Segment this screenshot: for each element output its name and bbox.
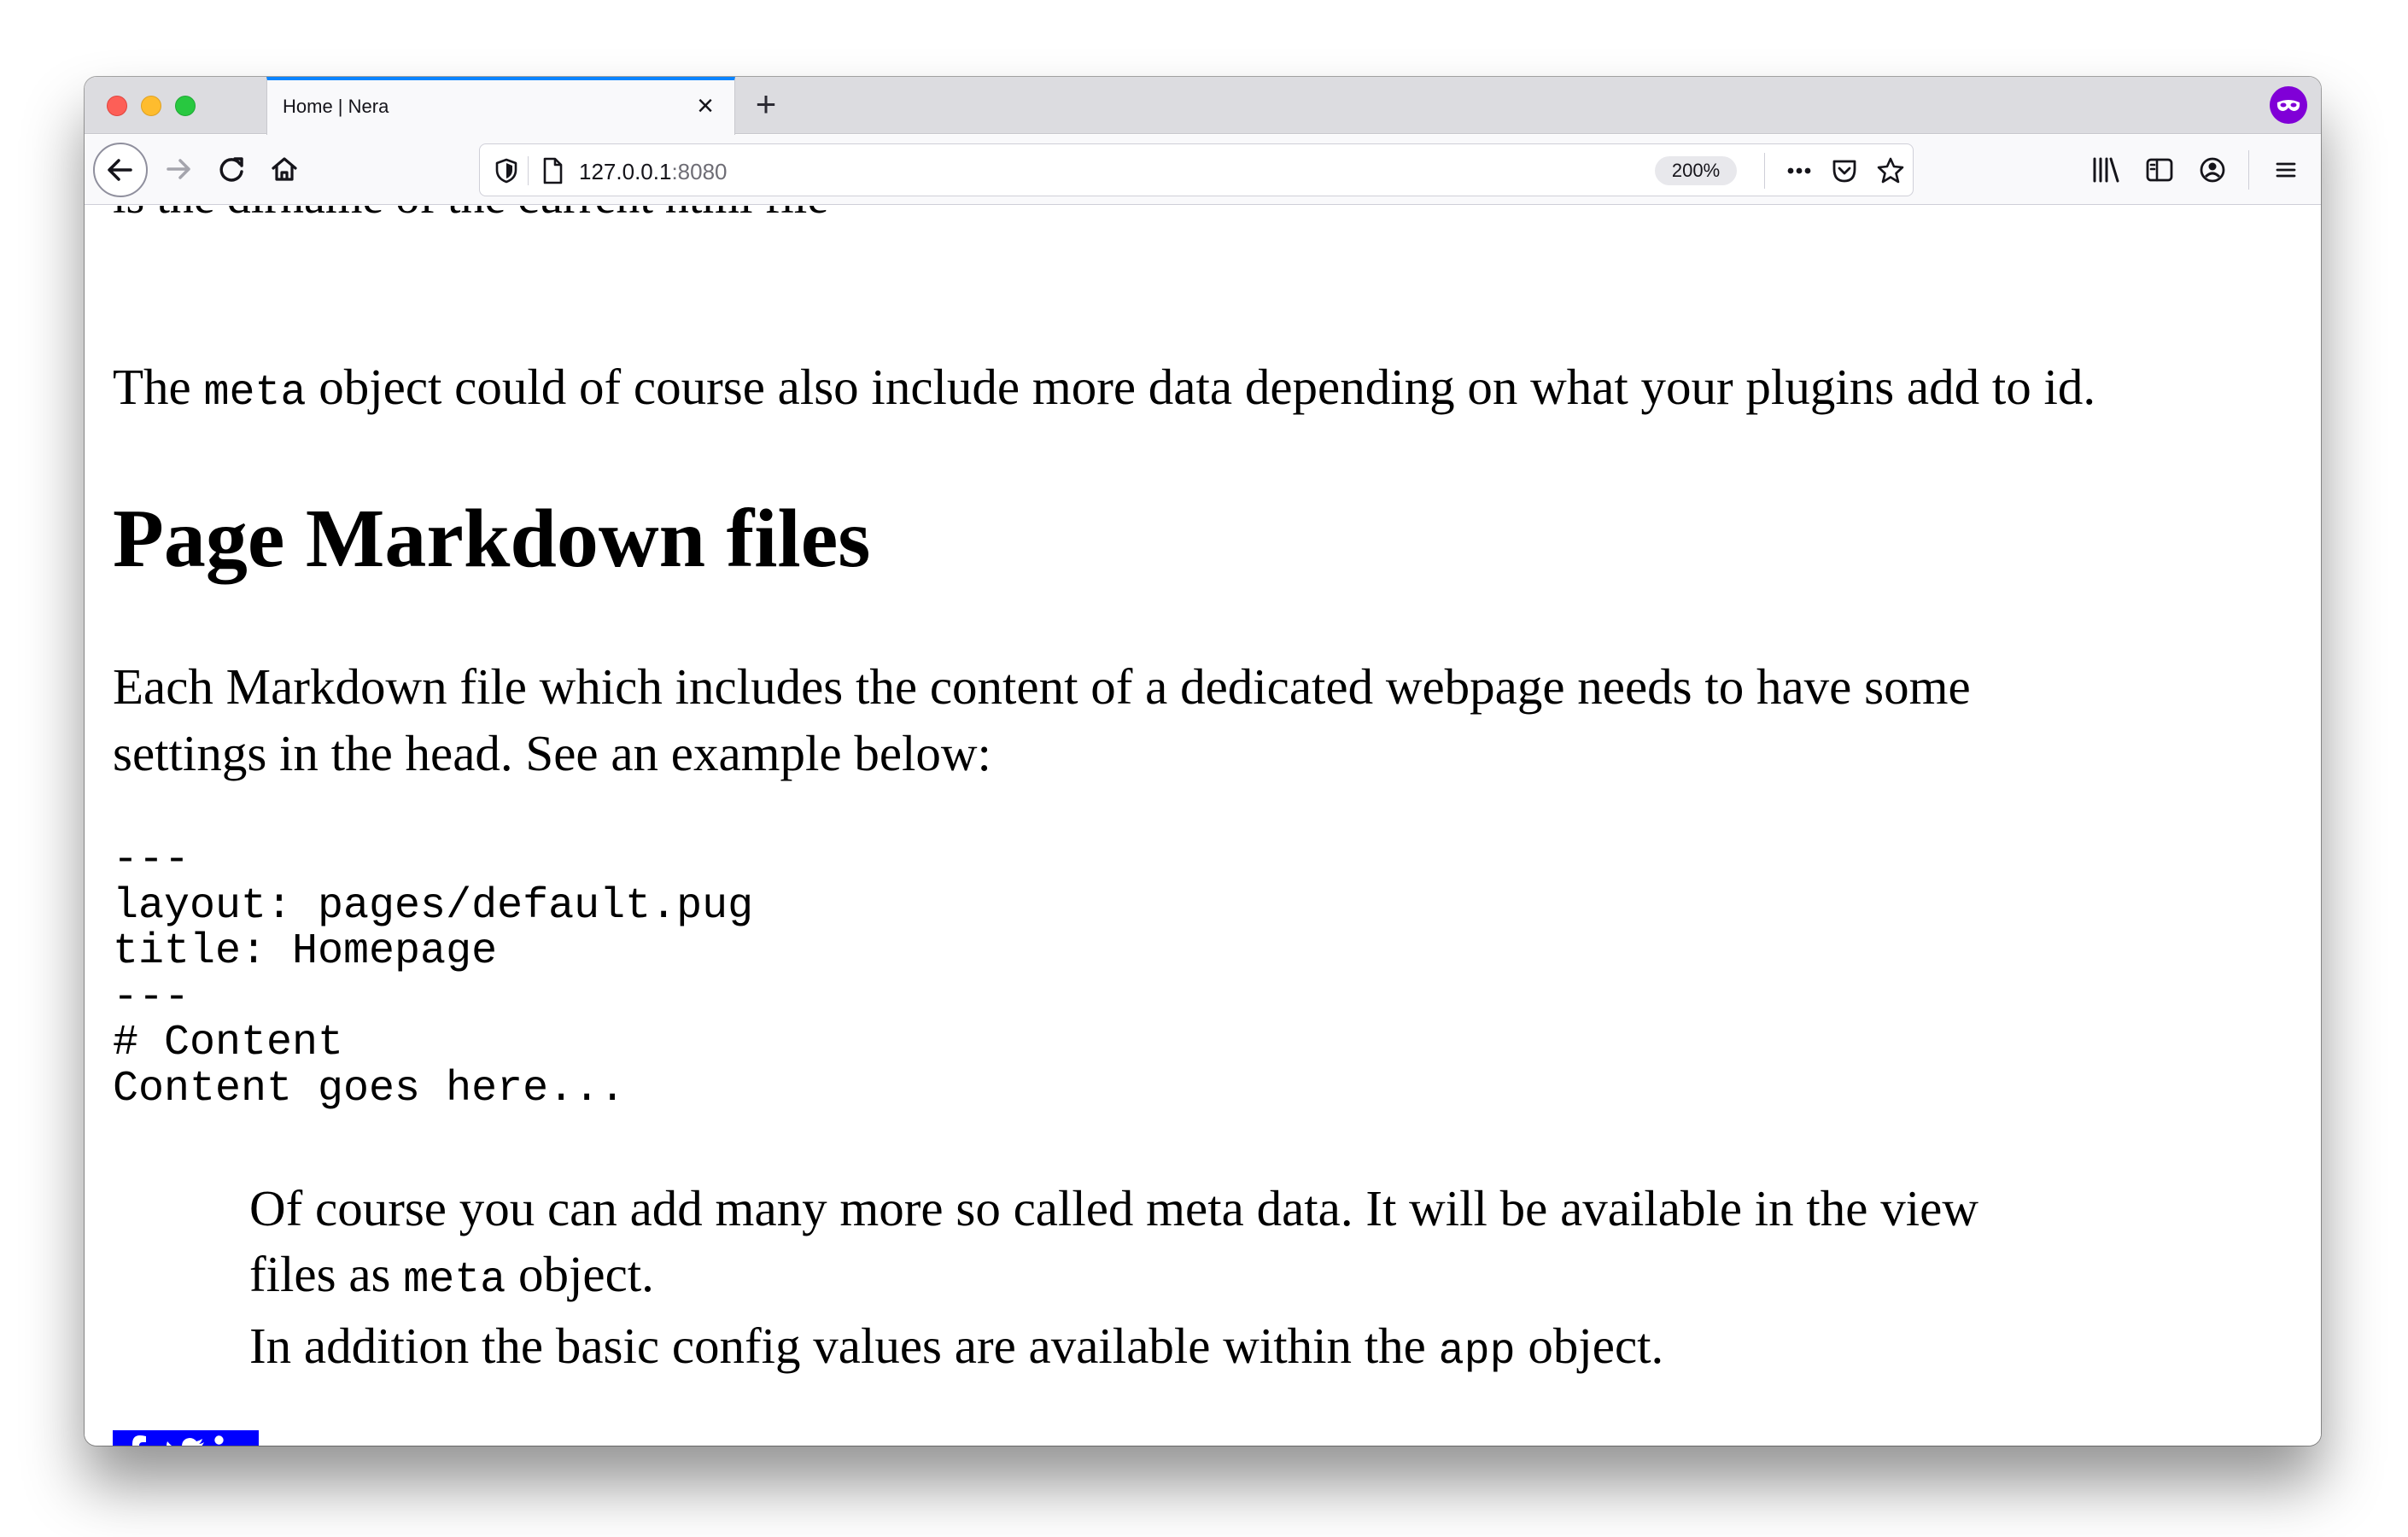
blockquote-line-1: Of course you can add many more so calle… [249,1180,1978,1236]
library-icon[interactable] [2089,154,2124,186]
account-icon[interactable] [2197,155,2228,185]
menu-icon[interactable] [2271,155,2301,185]
home-button[interactable] [262,147,307,191]
browser-window: Home | Nera × + 127.0.0.1:8080 200% The … [85,77,2321,1446]
blockquote-text: In addition the basic config values are … [249,1318,1439,1374]
meta-paragraph-text-1: The [113,359,204,415]
twitter-icon [167,1438,204,1446]
url-bar[interactable]: 127.0.0.1:8080 200% [479,143,1914,196]
tab-strip: Home | Nera × + [85,77,2321,135]
twitter-share-link[interactable] [161,1430,210,1446]
back-button[interactable] [93,143,148,197]
bookmark-star-icon[interactable] [1875,155,1906,186]
example-paragraph-line-2: settings in the head. See an example bel… [113,725,991,781]
new-tab-button[interactable]: + [747,85,785,123]
minimize-window-button[interactable] [141,96,161,116]
toolbar-separator [2248,150,2249,190]
url-separator-2 [1764,153,1765,189]
reload-button[interactable] [209,147,254,191]
example-paragraph: Each Markdown file which includes the co… [113,653,1971,786]
page-info-icon[interactable] [540,156,565,185]
code-line: --- [113,973,190,1022]
blockquote-text: object. [506,1246,654,1302]
page-content: is the dirname of the current html file … [85,206,2321,1446]
meta-code: meta [403,1256,506,1305]
url-host: 127.0.0.1 [579,159,672,184]
forward-arrow-icon [167,159,190,179]
home-icon [272,157,297,181]
forward-button[interactable] [156,147,201,191]
code-line: # Content [113,1019,344,1067]
sidebar-icon[interactable] [2144,155,2175,185]
zoom-level-badge[interactable]: 200% [1655,156,1737,185]
pocket-icon[interactable] [1829,155,1860,186]
blockquote: Of course you can add many more so calle… [249,1176,1978,1385]
section-heading: Page Markdown files [113,493,871,585]
code-block: --- layout: pages/default.pug title: Homep… [113,838,753,1112]
code-line: title: Homepage [113,927,498,976]
tab-title: Home | Nera [283,96,389,117]
tab-home[interactable]: Home | Nera × [266,77,735,135]
zoom-window-button[interactable] [175,96,196,116]
meta-code: meta [203,369,307,418]
blockquote-text: files as [249,1246,404,1302]
back-arrow-icon [108,159,132,181]
blockquote-line-3: In addition the basic config values are … [249,1313,1978,1385]
meta-paragraph: The meta object could of course also inc… [113,354,2095,427]
tracking-shield-icon[interactable] [494,157,519,184]
code-line: Content goes here... [113,1064,626,1113]
facebook-share-link[interactable] [113,1430,161,1446]
private-mask-icon[interactable] [2270,86,2307,124]
facebook-icon [132,1435,146,1446]
cut-off-text: is the dirname of the current html file [113,206,828,225]
url-text[interactable]: 127.0.0.1:8080 [579,159,728,185]
reload-icon [219,157,243,182]
page-actions-icon[interactable] [1782,160,1816,182]
code-line: --- [113,836,190,885]
tab-close-icon[interactable]: × [690,91,721,121]
blockquote-text: object. [1515,1318,1664,1374]
close-window-button[interactable] [107,96,127,116]
navigation-toolbar: 127.0.0.1:8080 200% [85,135,2321,205]
url-port: :8080 [671,159,728,184]
meta-paragraph-text-2: object could of course also include more… [306,359,2096,415]
app-code: app [1438,1328,1516,1376]
linkedin-share-link[interactable] [210,1430,259,1446]
linkedin-icon [214,1435,224,1445]
example-paragraph-line-1: Each Markdown file which includes the co… [113,658,1971,715]
code-line: layout: pages/default.pug [113,881,754,931]
url-separator [528,156,529,185]
blockquote-line-2: files as meta object. [249,1242,1978,1313]
